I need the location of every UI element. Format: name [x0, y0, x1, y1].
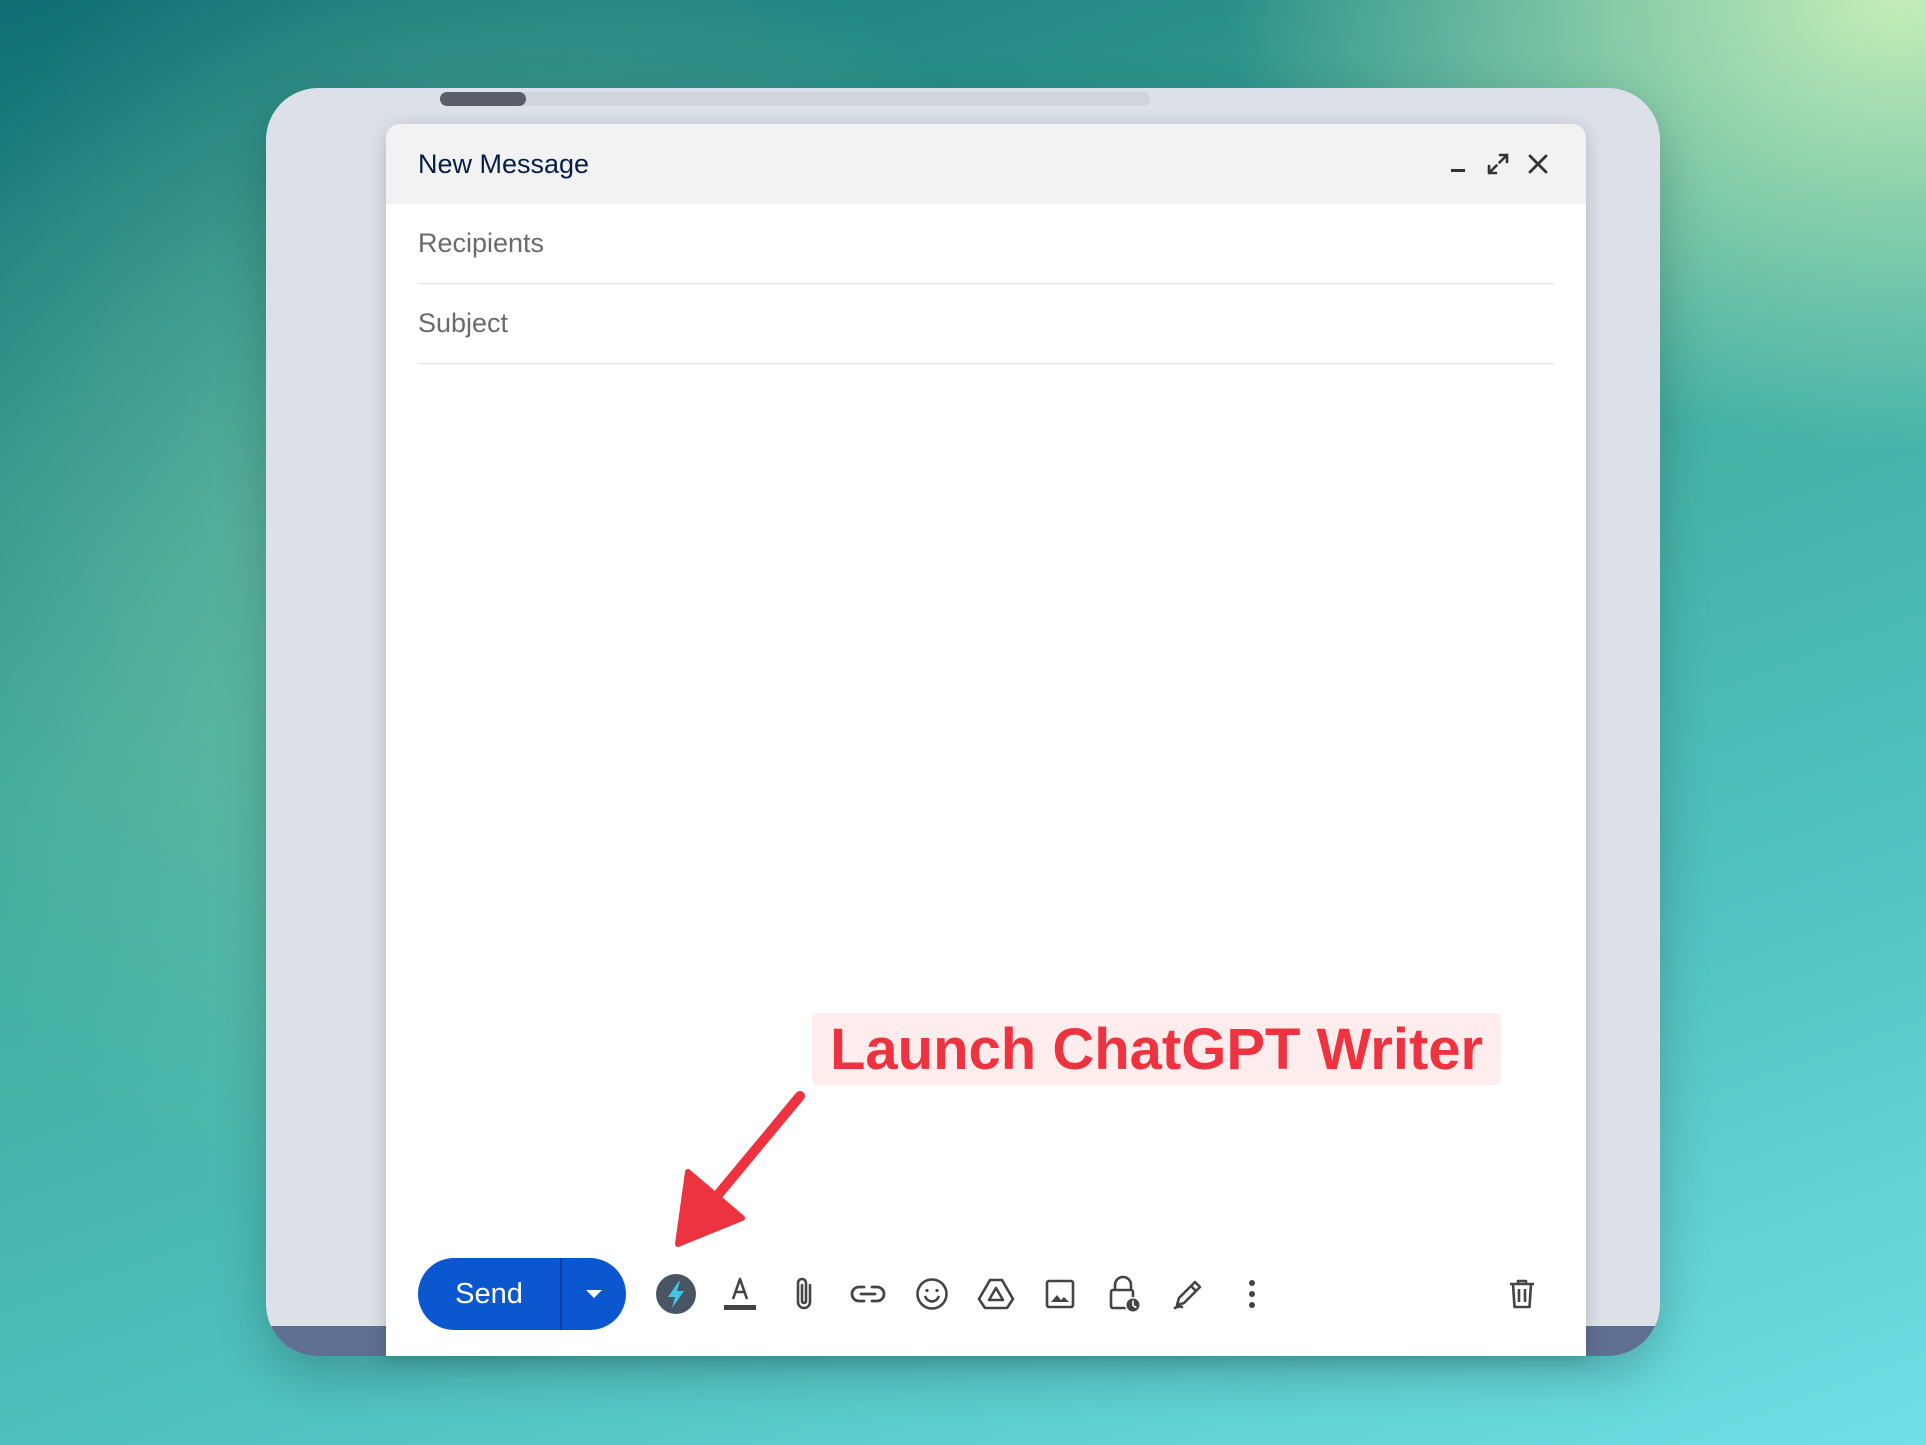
recipients-input[interactable]: [418, 228, 1554, 259]
scrollbar-thumb[interactable]: [440, 92, 526, 106]
more-options-button[interactable]: [1220, 1262, 1284, 1326]
insert-signature-button[interactable]: [1156, 1262, 1220, 1326]
insert-photo-button[interactable]: [1028, 1262, 1092, 1326]
discard-draft-button[interactable]: [1490, 1262, 1554, 1326]
insert-link-button[interactable]: [836, 1262, 900, 1326]
confidential-mode-icon: [1109, 1275, 1141, 1313]
send-options-button[interactable]: [562, 1258, 626, 1330]
compose-title: New Message: [418, 148, 590, 179]
recipients-row: [418, 204, 1554, 284]
send-button-group: Send: [418, 1258, 626, 1330]
formatting-options-button[interactable]: [708, 1262, 772, 1326]
compose-window: New Message Send: [386, 124, 1586, 1356]
toolbar-icons: [644, 1262, 1284, 1326]
launch-chatgpt-writer-callout: Launch ChatGPT Writer: [812, 1013, 1502, 1085]
attach-files-button[interactable]: [772, 1262, 836, 1326]
signature-icon: [1173, 1280, 1202, 1310]
insert-emoji-button[interactable]: [900, 1262, 964, 1326]
window-controls: [1442, 148, 1554, 180]
send-button[interactable]: Send: [418, 1258, 560, 1330]
emoji-icon: [916, 1278, 948, 1310]
trash-icon: [1510, 1279, 1534, 1309]
more-options-icon: [1249, 1280, 1255, 1308]
close-icon: [1528, 154, 1548, 174]
insert-drive-file-button[interactable]: [964, 1262, 1028, 1326]
photo-icon: [1045, 1279, 1075, 1309]
compose-header: New Message: [386, 124, 1586, 204]
minimize-icon: [1451, 169, 1465, 172]
subject-row: [418, 284, 1554, 364]
confidential-mode-button[interactable]: [1092, 1262, 1156, 1326]
chatgpt-writer-button[interactable]: [644, 1262, 708, 1326]
link-icon: [850, 1285, 886, 1303]
minimize-button[interactable]: [1442, 148, 1474, 180]
chatgpt-writer-icon: [656, 1274, 696, 1314]
expand-icon: [1487, 153, 1509, 175]
close-button[interactable]: [1522, 148, 1554, 180]
subject-input[interactable]: [418, 308, 1554, 339]
fullscreen-button[interactable]: [1482, 148, 1514, 180]
scrollbar-track[interactable]: [440, 92, 1150, 106]
drive-icon: [977, 1278, 1015, 1310]
attach-icon: [796, 1277, 812, 1310]
text-format-icon: [724, 1277, 756, 1310]
message-body[interactable]: [418, 364, 1554, 1236]
caret-down-icon: [586, 1290, 602, 1298]
compose-toolbar: Send: [418, 1258, 1554, 1330]
